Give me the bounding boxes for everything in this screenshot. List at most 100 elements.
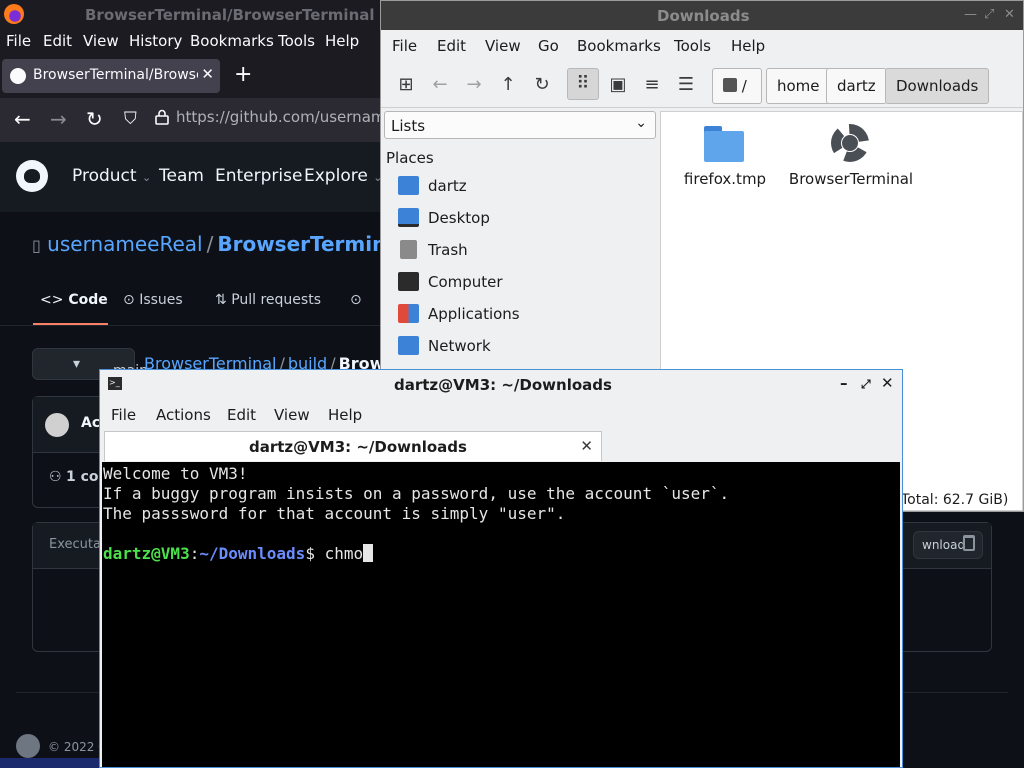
file-manager-toolbar: ⊞ ← → ↑ ↻ ⠿ ▣ ≡ ☰ / home dartz Downloads [381,62,1023,108]
chevron-down-icon: ⌄ [635,115,647,131]
nav-explore[interactable]: Explore ⌄ [304,166,382,186]
network-icon [398,336,419,355]
minimize-icon[interactable]: — [964,7,977,22]
side-pane-mode-select[interactable]: Lists ⌄ [384,111,656,139]
folder-icon [704,126,744,162]
repo-owner-link[interactable]: usernameeReal [47,232,202,256]
command-input[interactable]: chmo [325,544,364,563]
avatar[interactable] [45,413,69,437]
prompt-separator: : [189,544,200,563]
github-footer-logo-icon[interactable] [16,734,40,758]
close-icon[interactable]: ✕ [881,374,894,392]
nav-team[interactable]: Team [159,166,204,186]
path-dartz-button[interactable]: dartz [826,68,887,104]
github-logo-icon[interactable] [16,160,48,192]
forward-arrow-icon[interactable]: → [50,107,67,131]
browser-tab[interactable]: BrowserTerminal/BrowserTerminal ✕ [2,59,220,93]
compact-view-icon[interactable]: ≡ [639,72,665,98]
gear-icon [831,124,869,162]
path-root-button[interactable]: / [712,68,762,104]
menu-tools[interactable]: Tools [278,32,315,50]
prompt-user: dartz@VM3 [103,544,190,563]
new-tab-icon[interactable]: + [234,62,252,87]
term-menu-edit[interactable]: Edit [227,406,256,424]
lock-icon[interactable] [155,109,169,125]
term-menu-actions[interactable]: Actions [156,406,211,424]
back-arrow-icon[interactable]: ← [14,107,31,131]
terminal-line: The passsword for that account is simply… [103,504,566,523]
places-header: Places [386,149,434,167]
menu-history[interactable]: History [129,32,182,50]
drive-icon [723,78,737,92]
pull-request-icon: ⇅ [215,292,227,308]
close-tab-icon[interactable]: ✕ [201,65,214,83]
status-bar: Total: 62.7 GiB) [901,492,1009,508]
place-applications[interactable]: Applications [398,300,648,328]
file-manager-titlebar: Downloads — ⤢ ✕ [381,1,1023,30]
fm-menu-edit[interactable]: Edit [437,37,466,55]
maximize-icon[interactable]: ⤢ [861,377,871,392]
file-manager-menubar: File Edit View Go Bookmarks Tools Help [381,30,1023,62]
term-menu-help[interactable]: Help [328,406,362,424]
nav-enterprise[interactable]: Enterprise [215,166,302,186]
up-arrow-icon[interactable]: ↑ [495,72,521,98]
home-folder-icon [398,176,419,195]
maximize-icon[interactable]: ⤢ [984,7,994,22]
terminal-window: >_ dartz@VM3: ~/Downloads – ⤢ ✕ File Act… [99,369,903,768]
place-desktop[interactable]: Desktop [398,204,648,232]
trash-icon [400,240,417,259]
close-icon[interactable]: ✕ [1004,7,1015,22]
actions-icon[interactable]: ⊙ [350,292,362,308]
place-computer[interactable]: Computer [398,268,648,296]
thumbnail-view-icon[interactable]: ▣ [605,72,631,98]
place-network[interactable]: Network [398,332,648,360]
new-tab-icon[interactable]: ⊞ [393,72,419,98]
close-tab-icon[interactable]: ✕ [580,437,593,455]
tab-pull-requests[interactable]: ⇅ Pull requests [215,292,321,308]
terminal-title: dartz@VM3: ~/Downloads [394,376,612,394]
fm-menu-view[interactable]: View [485,37,521,55]
shield-icon[interactable]: ⛉ [124,109,137,129]
terminal-menubar: File Actions Edit View Help [100,400,902,430]
people-icon: ⚇ [49,469,62,485]
terminal-tab[interactable]: dartz@VM3: ~/Downloads ✕ [104,431,602,461]
term-menu-file[interactable]: File [111,406,136,424]
forward-arrow-icon[interactable]: → [461,72,487,98]
reload-icon[interactable]: ↻ [529,72,555,98]
path-home-button[interactable]: home [766,68,831,104]
term-menu-view[interactable]: View [274,406,310,424]
terminal-screen[interactable]: Welcome to VM3! If a buggy program insis… [102,462,900,767]
minimize-icon[interactable]: – [840,374,848,392]
firefox-logo-icon [4,4,24,24]
icon-view-icon[interactable]: ⠿ [567,68,599,100]
file-item-browserterminal[interactable]: BrowserTerminal [786,116,916,191]
fm-menu-bookmarks[interactable]: Bookmarks [577,37,661,55]
menu-help[interactable]: Help [325,32,359,50]
detailed-list-icon[interactable]: ☰ [673,72,699,98]
reload-icon[interactable]: ↻ [86,107,103,131]
github-favicon-icon [10,68,26,84]
menu-edit[interactable]: Edit [43,32,72,50]
place-dartz[interactable]: dartz [398,172,648,200]
fm-menu-go[interactable]: Go [538,37,559,55]
url-bar[interactable]: https://github.com/usernamee [176,108,404,126]
place-trash[interactable]: Trash [398,236,648,264]
repo-name-link[interactable]: BrowserTerminal [217,232,406,256]
fm-menu-file[interactable]: File [392,37,417,55]
back-arrow-icon[interactable]: ← [427,72,453,98]
fm-menu-help[interactable]: Help [731,37,765,55]
tab-code[interactable]: <> Code [40,292,108,308]
terminal-icon: >_ [108,377,122,390]
computer-icon [398,272,419,291]
commit-author[interactable]: Ac [81,415,100,431]
nav-product[interactable]: Product ⌄ [72,166,151,186]
path-downloads-button[interactable]: Downloads [885,68,990,104]
menu-file[interactable]: File [6,32,31,50]
fm-menu-tools[interactable]: Tools [674,37,711,55]
delete-trash-icon[interactable] [963,535,975,551]
menu-bookmarks[interactable]: Bookmarks [190,32,274,50]
file-item-firefox-tmp[interactable]: firefox.tmp [660,116,790,191]
menu-view[interactable]: View [83,32,119,50]
prompt-symbol: $ [305,544,325,563]
tab-issues[interactable]: ⊙ Issues [123,292,183,308]
